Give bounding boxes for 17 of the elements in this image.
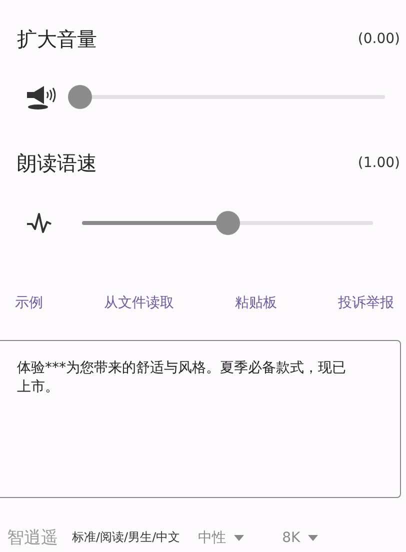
caret-icon	[308, 534, 318, 540]
dropdown[interactable]: 8K	[282, 530, 318, 546]
action-link[interactable]: 从文件读取	[104, 294, 174, 312]
setting-value: (1.00)	[358, 155, 400, 171]
text-area[interactable]: 体验***为您带来的舒适与风格。夏季必备款式，现已上市。	[0, 340, 401, 498]
voice-name: 智逍遥	[7, 527, 58, 549]
action-link[interactable]: 示例	[15, 294, 43, 312]
setting-value: (0.00)	[358, 31, 400, 47]
setting-title: 朗读语速	[17, 150, 97, 176]
voice-style: 标准/阅读/男生/中文	[72, 529, 180, 546]
slider[interactable]	[68, 85, 385, 109]
caret-icon	[234, 534, 244, 540]
dropdown[interactable]: 中性	[198, 528, 244, 546]
loudspeaker-icon	[24, 84, 58, 110]
action-link[interactable]: 粘贴板	[235, 294, 277, 312]
setting-title: 扩大音量	[17, 26, 97, 52]
action-link[interactable]: 投诉举报	[338, 294, 394, 312]
